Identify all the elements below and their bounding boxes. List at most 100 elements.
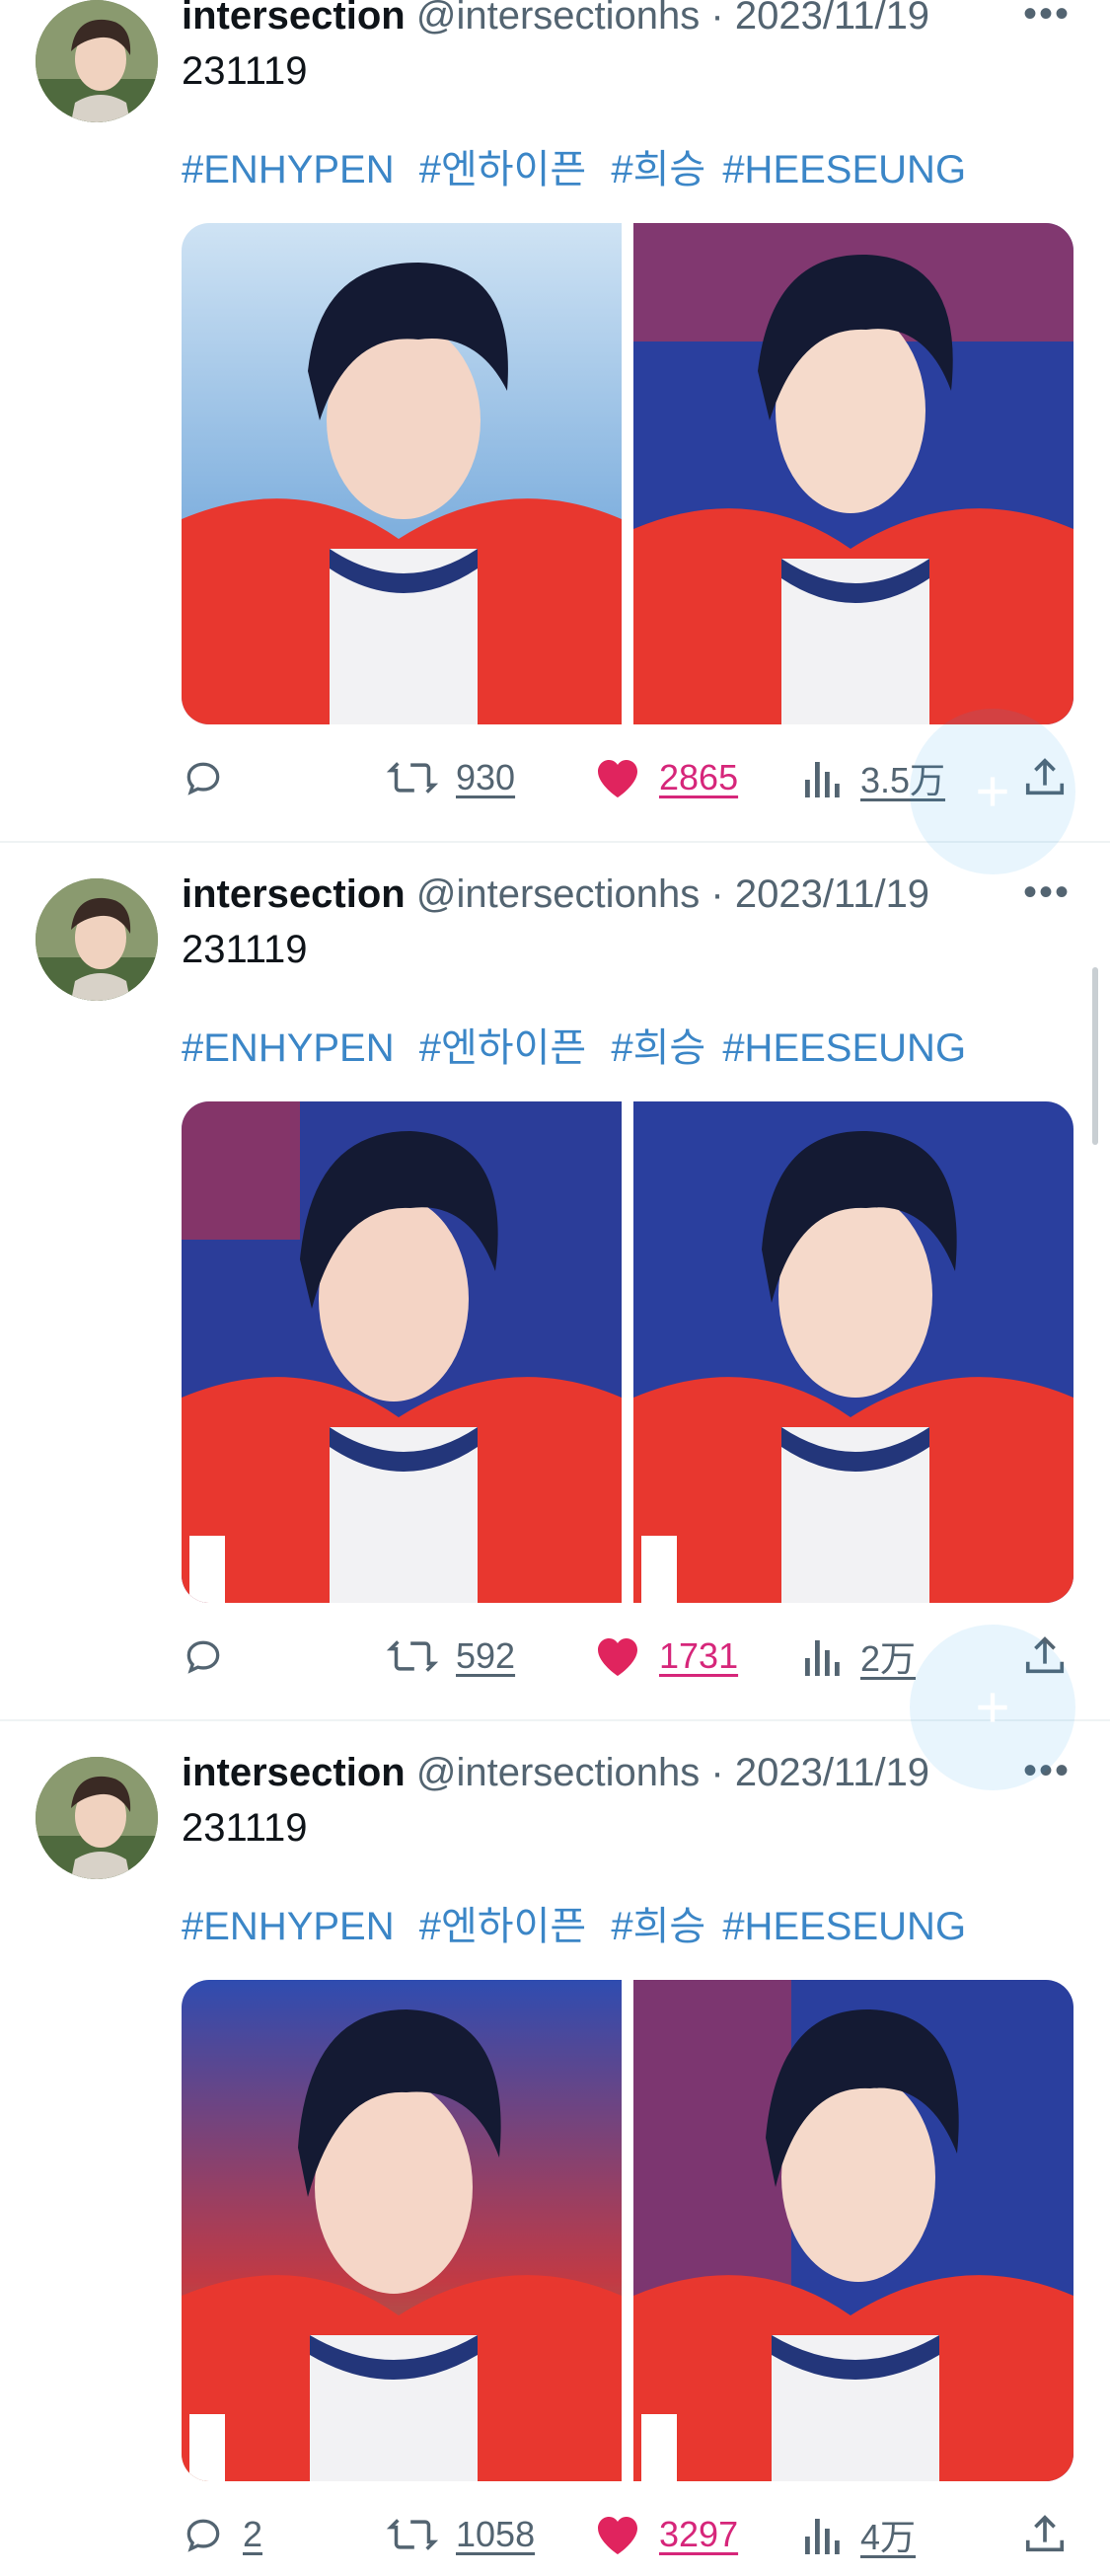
reply-button[interactable] xyxy=(182,748,243,807)
view-count: 2万 xyxy=(860,1638,917,1679)
hashtag-link[interactable]: #희승 xyxy=(611,148,705,191)
photo-image xyxy=(633,1101,1073,1603)
like-count: 1731 xyxy=(659,1635,739,1676)
retweet-count: 930 xyxy=(456,757,516,797)
retweet-icon xyxy=(387,1640,438,1672)
compose-fab-button[interactable] xyxy=(910,1625,1075,1790)
photo-image xyxy=(182,1980,622,2481)
author-handle[interactable]: @intersectionhs xyxy=(416,872,700,916)
hashtag-link[interactable]: #엔하이픈 xyxy=(419,1905,586,1948)
tweet-header: intersection @intersectionhs · 2023/11/1… xyxy=(182,869,929,920)
photo-right[interactable] xyxy=(633,223,1073,724)
photo-left[interactable] xyxy=(182,1980,622,2481)
tweet-card[interactable]: intersection @intersectionhs · 2023/11/1… xyxy=(0,1729,1110,2576)
reply-icon xyxy=(186,2519,220,2552)
retweet-icon xyxy=(387,2519,438,2550)
photo-image xyxy=(633,223,1073,724)
separator: · xyxy=(710,0,724,38)
hashtag-link[interactable]: #희승 xyxy=(611,1905,705,1948)
views-icon xyxy=(805,2519,840,2554)
heart-icon xyxy=(598,760,637,797)
author-handle[interactable]: @intersectionhs xyxy=(416,0,700,38)
hashtag-link[interactable]: #ENHYPEN xyxy=(182,1026,395,1070)
photo-right[interactable] xyxy=(633,1980,1073,2481)
tweet-header: intersection @intersectionhs · 2023/11/1… xyxy=(182,0,929,41)
share-button[interactable] xyxy=(1022,2505,1068,2564)
plus-icon xyxy=(978,1693,1007,1722)
views-icon xyxy=(805,762,840,797)
tweet-card[interactable]: intersection @intersectionhs · 2023/11/1… xyxy=(0,0,1110,841)
compose-fab-button[interactable] xyxy=(910,709,1075,874)
hashtag-row: #ENHYPEN #엔하이픈 #희승 #HEESEUNG xyxy=(182,1901,980,1952)
separator: · xyxy=(710,872,724,916)
tweet-header: intersection @intersectionhs · 2023/11/1… xyxy=(182,1747,929,1798)
hashtag-link[interactable]: #엔하이픈 xyxy=(419,1026,586,1070)
like-button[interactable]: 2865 xyxy=(594,748,738,807)
ellipsis-icon: ••• xyxy=(1022,0,1071,36)
like-button[interactable]: 1731 xyxy=(594,1627,738,1686)
plus-icon xyxy=(978,777,1007,806)
views-button[interactable]: 2万 xyxy=(803,1627,916,1686)
ellipsis-icon: ••• xyxy=(1022,871,1071,914)
like-count: 2865 xyxy=(659,757,739,797)
tweet-date[interactable]: 2023/11/19 xyxy=(735,872,929,916)
like-button[interactable]: 3297 xyxy=(594,2505,738,2564)
hashtag-link[interactable]: #엔하이픈 xyxy=(419,148,586,191)
photo-left[interactable] xyxy=(182,1101,622,1603)
views-button[interactable]: 4万 xyxy=(803,2505,916,2564)
author-handle[interactable]: @intersectionhs xyxy=(416,1751,700,1794)
action-bar: 2 1058 3297 4万 xyxy=(182,2505,1073,2564)
timeline-feed: intersection @intersectionhs · 2023/11/1… xyxy=(0,0,1110,2576)
reply-icon xyxy=(186,762,220,796)
hashtag-link[interactable]: #HEESEUNG xyxy=(722,1905,966,1948)
tweet-text: 231119 xyxy=(182,1806,308,1850)
hashtag-link[interactable]: #HEESEUNG xyxy=(722,148,966,191)
avatar[interactable] xyxy=(36,878,158,1001)
author-name[interactable]: intersection xyxy=(182,872,406,916)
hashtag-row: #ENHYPEN #엔하이픈 #희승 #HEESEUNG xyxy=(182,144,980,195)
media-grid xyxy=(182,223,1073,724)
author-name[interactable]: intersection xyxy=(182,1751,406,1794)
avatar[interactable] xyxy=(36,0,158,122)
avatar[interactable] xyxy=(36,1757,158,1879)
tweet-card[interactable]: intersection @intersectionhs · 2023/11/1… xyxy=(0,851,1110,1719)
views-icon xyxy=(805,1640,840,1676)
author-name[interactable]: intersection xyxy=(182,0,406,38)
retweet-count: 592 xyxy=(456,1635,516,1676)
more-options-button[interactable]: ••• xyxy=(1023,0,1071,34)
reply-icon xyxy=(186,1640,220,1674)
heart-icon xyxy=(598,1638,637,1676)
hashtag-link[interactable]: #ENHYPEN xyxy=(182,148,395,191)
retweet-button[interactable]: 592 xyxy=(387,1627,515,1686)
avatar-image xyxy=(36,0,158,122)
hashtag-link[interactable]: #HEESEUNG xyxy=(722,1026,966,1070)
tweet-date[interactable]: 2023/11/19 xyxy=(735,0,929,38)
share-icon xyxy=(1025,2515,1065,2552)
media-grid xyxy=(182,1101,1073,1603)
retweet-button[interactable]: 1058 xyxy=(387,2505,535,2564)
retweet-button[interactable]: 930 xyxy=(387,748,515,807)
separator: · xyxy=(710,1751,724,1794)
photo-image xyxy=(182,1101,622,1603)
media-grid xyxy=(182,1980,1073,2481)
retweet-count: 1058 xyxy=(456,2514,536,2554)
photo-left[interactable] xyxy=(182,223,622,724)
retweet-icon xyxy=(387,762,438,794)
heart-icon xyxy=(598,2517,637,2554)
reply-button[interactable]: 2 xyxy=(182,2505,262,2564)
more-options-button[interactable]: ••• xyxy=(1023,872,1071,912)
photo-image xyxy=(633,1980,1073,2481)
hashtag-link[interactable]: #ENHYPEN xyxy=(182,1905,395,1948)
tweet-date[interactable]: 2023/11/19 xyxy=(735,1751,929,1794)
scrollbar-thumb[interactable] xyxy=(1092,967,1098,1145)
view-count: 4万 xyxy=(860,2517,917,2557)
tweet-text: 231119 xyxy=(182,928,308,971)
photo-right[interactable] xyxy=(633,1101,1073,1603)
photo-image xyxy=(182,223,622,724)
reply-button[interactable] xyxy=(182,1627,243,1686)
hashtag-row: #ENHYPEN #엔하이픈 #희승 #HEESEUNG xyxy=(182,1023,980,1074)
avatar-image xyxy=(36,1757,158,1879)
like-count: 3297 xyxy=(659,2514,739,2554)
avatar-image xyxy=(36,878,158,1001)
hashtag-link[interactable]: #희승 xyxy=(611,1026,705,1070)
